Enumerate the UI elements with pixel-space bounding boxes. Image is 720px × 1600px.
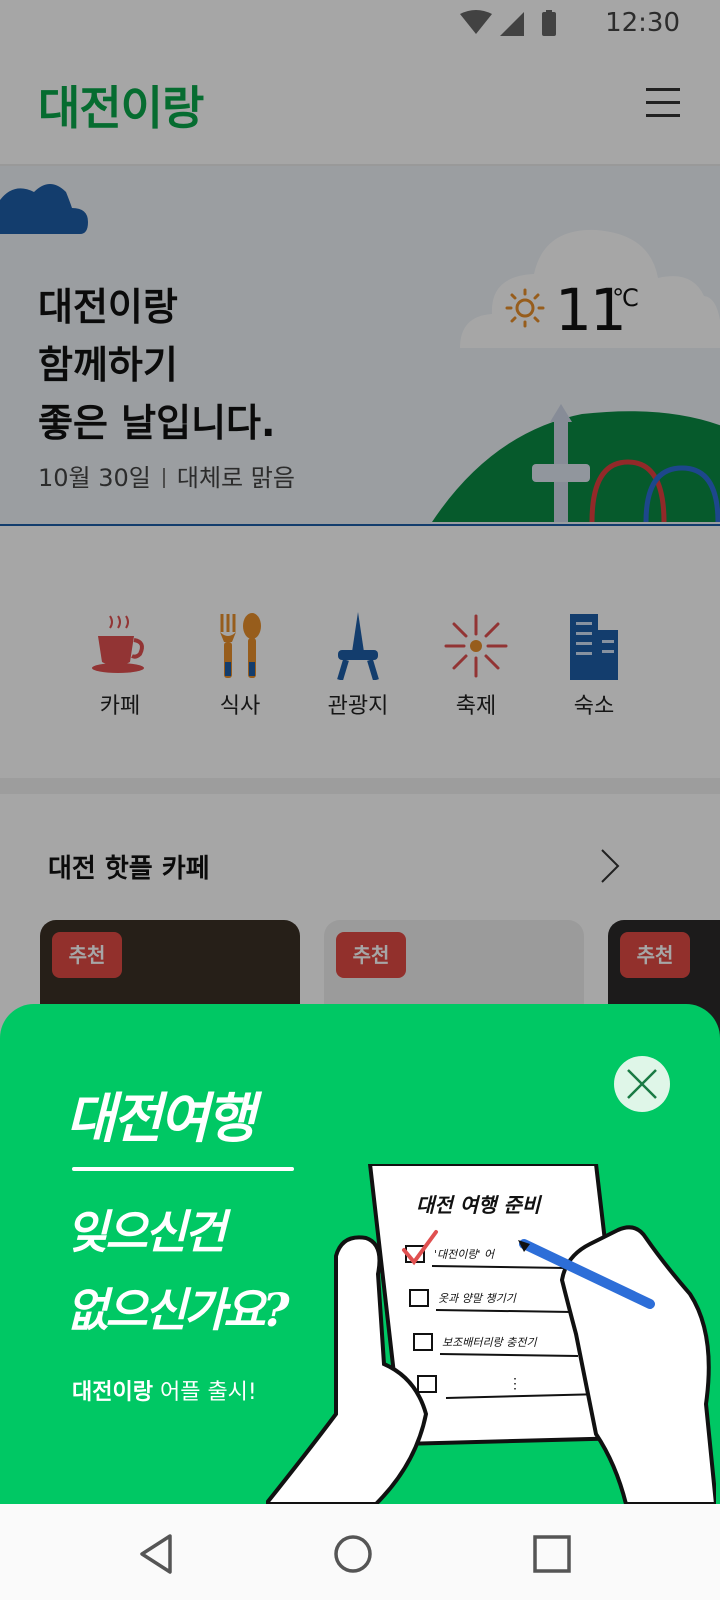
home-circle-icon[interactable] (331, 1532, 375, 1576)
launch-text: 대전이랑 어플 출시! (72, 1374, 257, 1406)
checklist-item-4: ⋮ (508, 1376, 522, 1392)
checklist-item-2: 옷과 양말 챙기기 (438, 1292, 517, 1305)
app-name: 대전이랑 (72, 1380, 153, 1405)
promo-headline-block: 대전여행 잊으신건 없으신가요? (66, 1074, 294, 1349)
system-navigation-bar (0, 1504, 720, 1600)
promo-bottom-sheet: 대전여행 잊으신건 없으신가요? 대전이랑 어플 출시! 대전 여행 준비 '대… (0, 1004, 720, 1504)
back-triangle-icon[interactable] (136, 1532, 180, 1576)
promo-subline-1: 잊으신건 (66, 1205, 226, 1259)
checklist-item-1: '대전이랑' 어 (434, 1248, 496, 1261)
close-button[interactable] (614, 1056, 670, 1112)
recents-square-icon[interactable] (530, 1532, 574, 1576)
promo-headline: 대전여행 (66, 1086, 256, 1150)
checklist-illustration: 대전 여행 준비 '대전이랑' 어 옷과 양말 챙기기 보조배터리랑 충전기 ⋮ (266, 1164, 716, 1504)
close-icon (627, 1069, 657, 1099)
checklist-title: 대전 여행 준비 (416, 1193, 543, 1217)
headline-underline (72, 1167, 294, 1171)
launch-label: 어플 출시! (159, 1380, 257, 1405)
app-screen: 12:30 대전이랑 대전이랑 함께하기 좋은 날입니다. 10월 30일 대체로… (0, 0, 720, 1600)
promo-subline-2: 없으신가요? (66, 1283, 290, 1337)
checklist-item-3: 보조배터리랑 충전기 (442, 1336, 537, 1349)
